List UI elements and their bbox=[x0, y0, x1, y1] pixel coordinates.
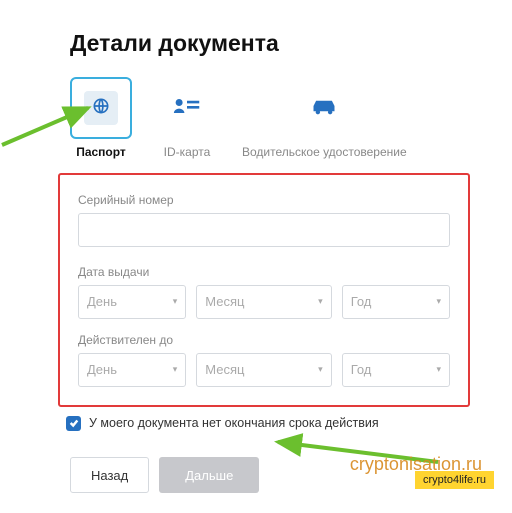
doc-type-passport[interactable]: Паспорт bbox=[70, 77, 132, 161]
issue-day-select[interactable]: День▾ bbox=[78, 285, 186, 319]
car-icon bbox=[310, 96, 338, 121]
expiry-date-label: Действителен до bbox=[78, 333, 450, 347]
doc-type-label: ID-карта bbox=[164, 145, 211, 161]
chevron-down-icon: ▾ bbox=[173, 296, 178, 307]
document-type-selector: Паспорт ID-карта Водительское удостовере… bbox=[70, 77, 452, 161]
form-highlight-box: Серийный номер Дата выдачи День▾ Месяц▾ … bbox=[58, 173, 470, 407]
issue-year-select[interactable]: Год▾ bbox=[342, 285, 450, 319]
serial-label: Серийный номер bbox=[78, 193, 450, 207]
expiry-month-select[interactable]: Месяц▾ bbox=[196, 353, 331, 387]
chevron-down-icon: ▾ bbox=[436, 296, 441, 307]
no-expiry-checkbox[interactable] bbox=[66, 416, 81, 431]
expiry-year-select[interactable]: Год▾ bbox=[342, 353, 450, 387]
expiry-day-select[interactable]: День▾ bbox=[78, 353, 186, 387]
globe-icon bbox=[87, 96, 115, 121]
doc-type-id-card[interactable]: ID-карта bbox=[156, 77, 218, 161]
issue-date-label: Дата выдачи bbox=[78, 265, 450, 279]
next-button[interactable]: Дальше bbox=[159, 457, 259, 493]
doc-type-label: Паспорт bbox=[76, 145, 126, 161]
back-button[interactable]: Назад bbox=[70, 457, 149, 493]
chevron-down-icon: ▾ bbox=[318, 364, 323, 375]
source-badge: crypto4life.ru bbox=[415, 471, 494, 489]
chevron-down-icon: ▾ bbox=[173, 364, 178, 375]
no-expiry-label: У моего документа нет окончания срока де… bbox=[89, 415, 379, 432]
doc-type-label: Водительское удостоверение bbox=[242, 145, 407, 161]
page-title: Детали документа bbox=[70, 30, 452, 57]
check-icon bbox=[69, 418, 79, 428]
chevron-down-icon: ▾ bbox=[436, 364, 441, 375]
issue-month-select[interactable]: Месяц▾ bbox=[196, 285, 331, 319]
doc-type-driver-license[interactable]: Водительское удостоверение bbox=[242, 77, 407, 161]
serial-input[interactable] bbox=[78, 213, 450, 247]
id-card-icon bbox=[173, 96, 201, 121]
chevron-down-icon: ▾ bbox=[318, 296, 323, 307]
